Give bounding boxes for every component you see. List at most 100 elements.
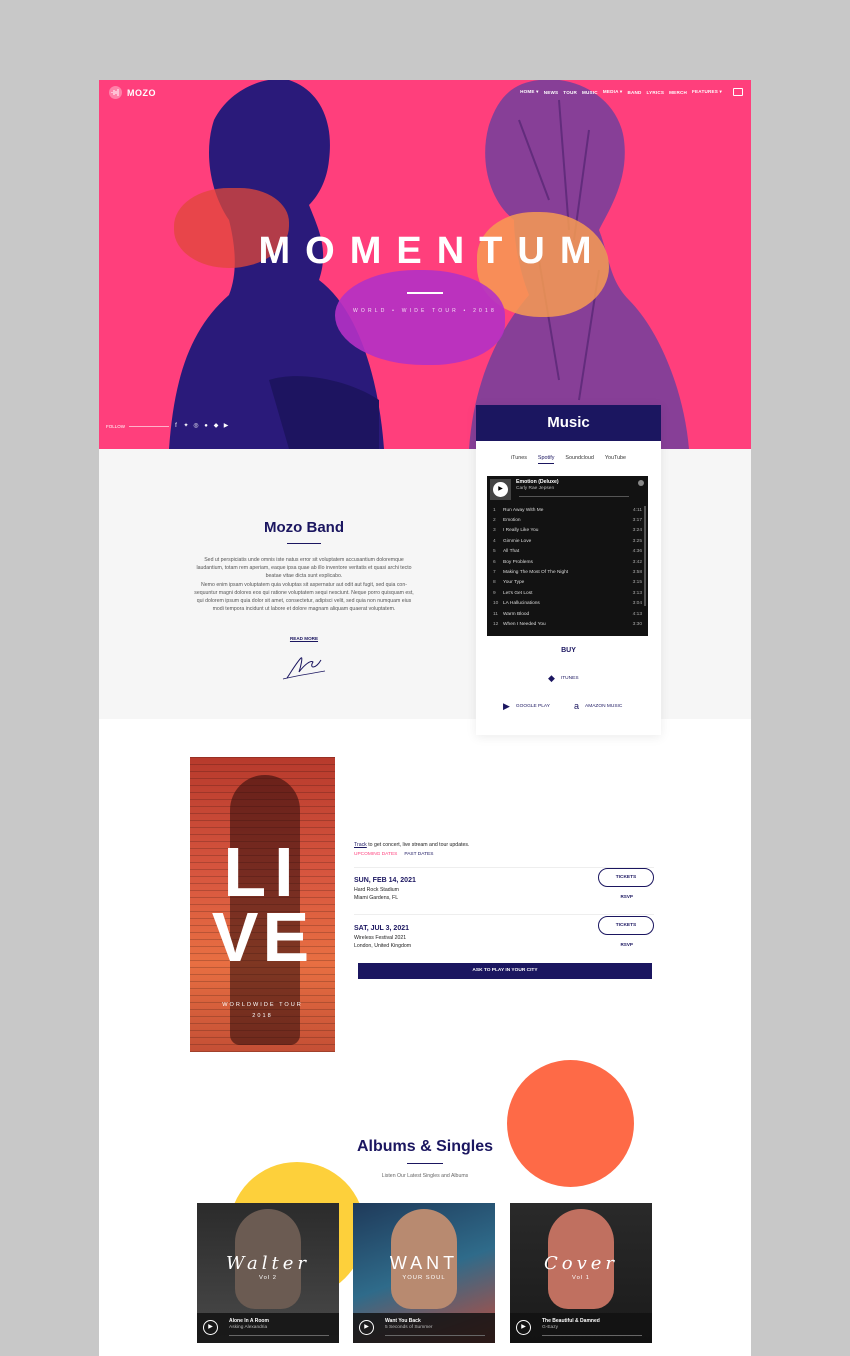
youtube-icon[interactable]: ▶	[223, 423, 229, 429]
page: MOZO HOME ▾ NEWS TOUR MUSIC MEDIA ▾ BAND…	[99, 80, 751, 1356]
player-album-title: Emotion (Deluxe)	[516, 479, 559, 485]
track-title: Run Away With Me	[503, 507, 544, 513]
tab-past-dates[interactable]: PAST DATES	[404, 852, 433, 857]
spotify-icon[interactable]: ●	[203, 423, 209, 429]
track-duration: 3:04	[632, 601, 642, 607]
track-row[interactable]: 1 Run Away With Me 4:11	[487, 505, 648, 515]
player-play-icon[interactable]: ▶	[493, 482, 508, 497]
poster-subtitle: WORLDWIDE TOUR	[222, 1002, 303, 1008]
nav-item-news[interactable]: NEWS	[544, 90, 559, 95]
album-artist: Asking Alexandria	[229, 1325, 268, 1330]
buy-itunes-link[interactable]: ◆ ITUNES	[548, 673, 579, 684]
track-duration: 3:42	[632, 559, 642, 565]
album-progress-bar[interactable]	[385, 1335, 485, 1336]
track-title: I Really Like You	[503, 528, 539, 534]
track-row[interactable]: 12 When I Needed You 3:30	[487, 619, 648, 629]
event-venue: Wireless Festival 2021	[354, 935, 407, 941]
track-title: All That	[503, 549, 520, 555]
track-row[interactable]: 9 Let's Get Lost 3:13	[487, 588, 648, 598]
player-album-art: ▶	[490, 479, 511, 500]
buy-amazon-label: AMAZON MUSIC	[585, 703, 623, 709]
hero-section: MOZO HOME ▾ NEWS TOUR MUSIC MEDIA ▾ BAND…	[99, 80, 751, 449]
track-number: 4	[493, 538, 496, 544]
tab-spotify[interactable]: Spotify	[537, 455, 555, 464]
amazon-icon: a	[574, 701, 580, 711]
follow-bar: FOLLOW f ✦ ◎ ● ◆ ▶	[106, 423, 229, 429]
cart-icon[interactable]	[733, 88, 743, 96]
spotify-player: ▶ Emotion (Deluxe) Carly Rae Jepsen 1 Run…	[487, 476, 648, 636]
nav-item-media[interactable]: MEDIA ▾	[603, 89, 623, 95]
buy-google-link[interactable]: ▶ GOOGLE PLAY	[503, 701, 550, 712]
site-logo[interactable]: MOZO	[109, 86, 156, 99]
track-row[interactable]: 11 Warm Blood 4:13	[487, 609, 648, 619]
facebook-icon[interactable]: f	[173, 423, 179, 429]
tickets-button[interactable]: TICKETS	[598, 916, 654, 935]
track-duration: 3:24	[632, 528, 642, 534]
rsvp-link[interactable]: RSVP	[620, 942, 633, 947]
logo-text: MOZO	[127, 87, 156, 98]
poster-title-line-1: LI	[223, 833, 302, 911]
tickets-button[interactable]: TICKETS	[598, 868, 654, 887]
track-prompt-text: to get concert, live stream and tour upd…	[366, 842, 470, 848]
nav-item-tour[interactable]: TOUR	[563, 90, 577, 95]
albums-title: Albums & Singles	[356, 1138, 494, 1155]
track-duration: 4:11	[633, 507, 642, 513]
play-icon[interactable]: ▶	[516, 1320, 531, 1335]
track-row[interactable]: 4 Gimmie Love 3:25	[487, 536, 648, 546]
nav-item-features[interactable]: FEATURES ▾	[692, 89, 722, 95]
track-number: 5	[493, 549, 496, 555]
google-play-icon: ▶	[503, 701, 510, 711]
ask-to-play-button[interactable]: ASK TO PLAY IN YOUR CITY	[358, 963, 652, 979]
tab-itunes[interactable]: iTunes	[511, 455, 527, 464]
signature-image	[282, 657, 326, 680]
apple-icon[interactable]: ◆	[213, 423, 219, 429]
rsvp-link[interactable]: RSVP	[620, 894, 633, 899]
track-duration: 4:36	[632, 549, 642, 555]
track-row[interactable]: 3 I Really Like You 3:24	[487, 526, 648, 536]
track-title: When I Needed You	[503, 621, 546, 627]
nav-item-home[interactable]: HOME ▾	[520, 89, 539, 95]
track-list-scrollbar[interactable]	[644, 506, 646, 606]
read-more-link[interactable]: READ MORE	[199, 636, 409, 641]
buy-amazon-link[interactable]: a AMAZON MUSIC	[574, 701, 622, 711]
track-row[interactable]: 8 Your Type 3:15	[487, 578, 648, 588]
main-nav: HOME ▾ NEWS TOUR MUSIC MEDIA ▾ BAND LYRI…	[520, 88, 743, 96]
track-number: 11	[493, 611, 498, 617]
tab-youtube[interactable]: YouTube	[605, 455, 626, 464]
track-row[interactable]: 7 Making The Most Of The Night 3:58	[487, 567, 648, 577]
twitter-icon[interactable]: ✦	[183, 423, 189, 429]
album-card[interactable]: Cover Vol 1 ▶ The Beautiful & Damned G-E…	[510, 1203, 652, 1343]
play-icon[interactable]: ▶	[203, 1320, 218, 1335]
music-tabs: iTunes Spotify Soundcloud YouTube	[476, 455, 661, 464]
track-row[interactable]: 5 All That 4:36	[487, 547, 648, 557]
nav-item-band[interactable]: BAND	[627, 90, 641, 95]
album-card[interactable]: Walter Vol 2 ▶ Alone In A Room Asking Al…	[197, 1203, 339, 1343]
nav-item-merch[interactable]: MERCH	[669, 90, 687, 95]
track-row[interactable]: 10 LA Hallucinations 3:04	[487, 599, 648, 609]
album-track-title: Alone In A Room	[229, 1318, 269, 1324]
nav-item-music[interactable]: MUSIC	[582, 90, 598, 95]
track-row[interactable]: 6 Boy Problems 3:42	[487, 557, 648, 567]
player-progress-bar[interactable]	[519, 496, 629, 497]
track-number: 9	[493, 590, 496, 596]
album-progress-bar[interactable]	[542, 1335, 642, 1336]
track-duration: 3:25	[632, 538, 642, 544]
track-number: 10	[493, 601, 499, 607]
album-card[interactable]: WANT YOUR SOUL ▶ Want You Back 5 Seconds…	[353, 1203, 495, 1343]
tab-upcoming-dates[interactable]: UPCOMING DATES	[354, 852, 397, 857]
track-row[interactable]: 2 Emotion 3:17	[487, 515, 648, 525]
album-artist: 5 Seconds of Summer	[385, 1325, 433, 1330]
event-location: London, United Kingdom	[354, 943, 412, 949]
tab-soundcloud[interactable]: Soundcloud	[565, 455, 593, 464]
nav-item-lyrics[interactable]: LYRICS	[647, 90, 665, 95]
album-cover-volume: Vol 1	[572, 1275, 590, 1281]
player-artist: Carly Rae Jepsen	[516, 486, 555, 491]
track-title: Making The Most Of The Night	[503, 570, 569, 576]
album-progress-bar[interactable]	[229, 1335, 329, 1336]
music-card-title: Music	[476, 405, 661, 441]
play-icon[interactable]: ▶	[359, 1320, 374, 1335]
track-link[interactable]: Track	[354, 842, 367, 848]
track-prompt: Track to get concert, live stream and to…	[354, 842, 469, 848]
band-title-rule	[287, 543, 321, 544]
instagram-icon[interactable]: ◎	[193, 423, 199, 429]
